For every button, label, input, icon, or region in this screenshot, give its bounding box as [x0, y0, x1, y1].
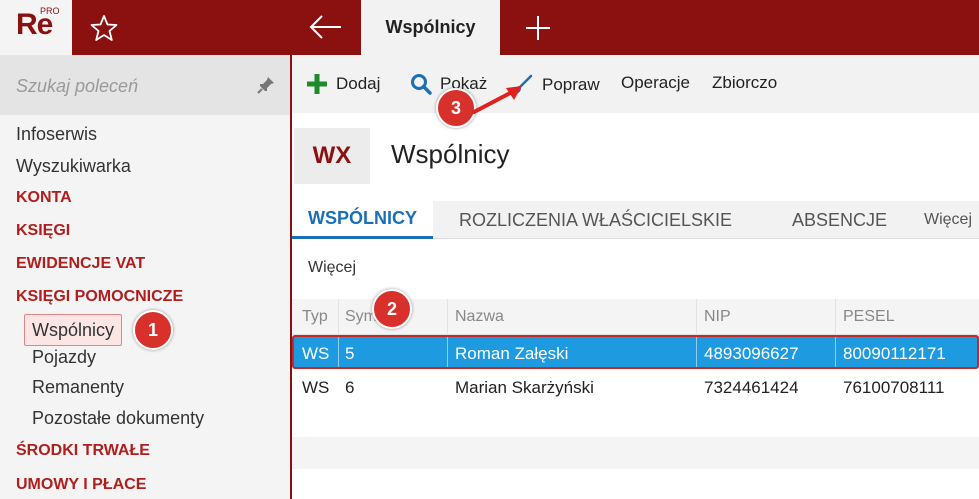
module-badge: WX	[294, 128, 370, 184]
more-actions-link[interactable]: Więcej	[308, 259, 356, 277]
sidebar-item-wyszukiwarka[interactable]: Wyszukiwarka	[16, 156, 131, 177]
column-header-nazwa[interactable]: Nazwa	[455, 308, 504, 326]
column-header-pesel[interactable]: PESEL	[843, 308, 895, 326]
app-logo[interactable]: Re PRO	[0, 0, 72, 55]
empty-row	[292, 469, 979, 499]
empty-row	[292, 437, 979, 469]
column-header-typ[interactable]: Typ	[302, 308, 328, 326]
cell-pesel: 80090112171	[843, 344, 946, 363]
command-search-input[interactable]	[16, 73, 246, 99]
callout-arrow-icon	[472, 86, 522, 114]
sidebar-item-wspolnicy[interactable]: Wspólnicy	[24, 314, 123, 346]
callout-badge-1: 1	[133, 310, 173, 350]
add-icon	[307, 74, 327, 94]
pin-button[interactable]	[256, 75, 276, 95]
table-row[interactable]: WS 5 Roman Załęski 4893096627 8009011217…	[292, 335, 979, 369]
page-title: Wspólnicy	[391, 139, 510, 169]
column-header-nip[interactable]: NIP	[704, 308, 731, 326]
star-icon	[90, 15, 118, 41]
tab-bar: WSPÓLNICY ROZLICZENIA WŁAŚCICIELSKIE ABS…	[292, 201, 979, 239]
new-tab-button[interactable]	[520, 10, 556, 46]
cell-symbol: 6	[345, 378, 355, 397]
logo-pro-badge: PRO	[40, 6, 60, 16]
pin-icon	[257, 77, 274, 94]
tab-more[interactable]: Więcej	[924, 201, 972, 239]
cell-symbol: 5	[345, 344, 355, 363]
cell-nip: 7324461424	[704, 378, 799, 397]
sidebar-item-srodki-trwale[interactable]: ŚRODKI TRWAŁE	[16, 442, 150, 460]
sidebar-item-konta[interactable]: KONTA	[16, 189, 72, 207]
column-divider[interactable]	[447, 299, 448, 335]
back-arrow-icon	[309, 15, 341, 39]
cell-nip: 4893096627	[704, 344, 799, 363]
tab-absencje[interactable]: ABSENCJE	[792, 201, 887, 239]
command-search	[0, 55, 290, 115]
sidebar-item-ksiegi[interactable]: KSIĘGI	[16, 222, 70, 240]
edit-label: Popraw	[542, 75, 600, 94]
table-row[interactable]: WS 6 Marian Skarżyński 7324461424 761007…	[292, 371, 979, 405]
search-icon	[411, 74, 432, 95]
tab-wspolnicy[interactable]: WSPÓLNICY	[292, 201, 434, 239]
operations-button[interactable]: Operacje	[621, 73, 690, 93]
column-divider[interactable]	[696, 299, 697, 335]
cell-nazwa: Marian Skarżyński	[455, 378, 594, 397]
sidebar-item-pojazdy[interactable]: Pojazdy	[32, 347, 96, 368]
plus-icon	[526, 16, 550, 40]
sidebar-item-pozostale-dokumenty[interactable]: Pozostałe dokumenty	[32, 408, 204, 429]
add-label: Dodaj	[336, 74, 381, 93]
back-button[interactable]	[305, 10, 345, 44]
callout-badge-2: 2	[372, 289, 412, 329]
cell-divider	[338, 337, 339, 367]
sidebar-item-ksiegi-pomocnicze[interactable]: KSIĘGI POMOCNICZE	[16, 288, 183, 306]
add-button[interactable]: Dodaj	[306, 73, 380, 95]
sidebar-item-umowy-i-place[interactable]: UMOWY I PŁACE	[16, 476, 146, 494]
cell-nazwa: Roman Załęski	[455, 344, 569, 363]
tab-wspolnicy-window[interactable]: Wspólnicy	[361, 0, 500, 55]
empty-row	[292, 405, 979, 437]
sidebar-item-remanenty[interactable]: Remanenty	[32, 377, 124, 398]
cell-divider	[696, 337, 697, 367]
cell-divider	[835, 337, 836, 367]
sidebar	[0, 55, 290, 499]
cell-divider	[447, 337, 448, 367]
sidebar-item-infoserwis[interactable]: Infoserwis	[16, 124, 97, 145]
sidebar-item-ewidencje-vat[interactable]: EWIDENCJE VAT	[16, 255, 145, 273]
column-divider[interactable]	[338, 299, 339, 335]
tab-rozliczenia-wlascicielskie[interactable]: ROZLICZENIA WŁAŚCICIELSKIE	[459, 201, 732, 239]
favorites-button[interactable]	[88, 12, 120, 44]
cell-typ: WS	[302, 378, 330, 397]
cell-pesel: 76100708111	[843, 378, 945, 397]
cell-typ: WS	[302, 344, 330, 363]
column-divider[interactable]	[835, 299, 836, 335]
summary-button[interactable]: Zbiorczo	[712, 73, 777, 93]
